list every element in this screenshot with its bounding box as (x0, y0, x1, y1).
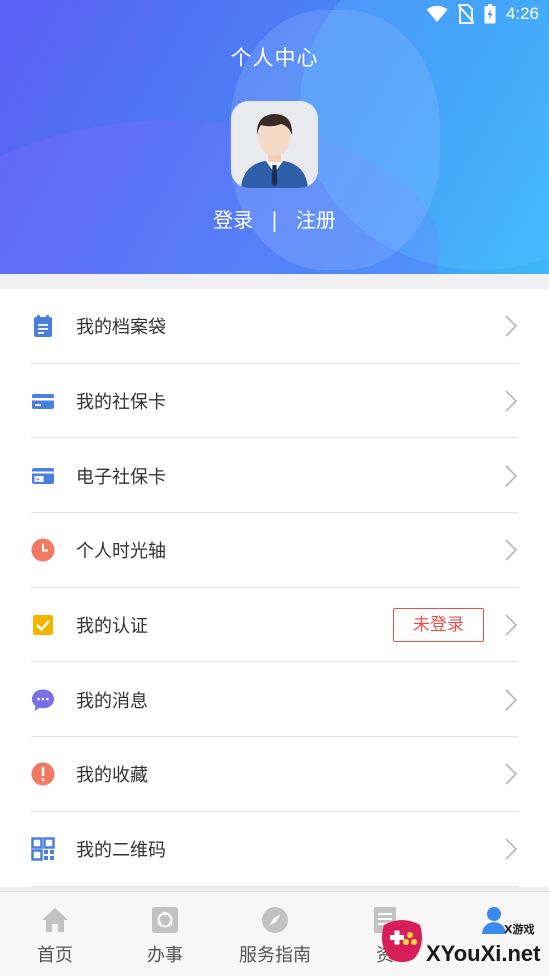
chevron-right-icon (505, 390, 517, 412)
menu-item-messages[interactable]: 我的消息 (0, 662, 549, 738)
ecard-icon: e (32, 467, 54, 484)
auth-separator: | (271, 208, 278, 232)
menu-item-label: 我的二维码 (76, 840, 166, 862)
chevron-right-icon (505, 689, 517, 711)
menu-item-e-social-card[interactable]: e 电子社保卡 (0, 438, 549, 514)
page-title: 个人中心 (230, 46, 319, 70)
watermark: X游戏 XYouXi.net (378, 905, 549, 976)
nav-item-home[interactable]: 首页 (0, 892, 110, 976)
menu-item-label: 我的消息 (76, 690, 148, 712)
not-logged-in-badge: 未登录 (393, 608, 484, 643)
avatar[interactable] (231, 101, 318, 188)
chevron-right-icon (505, 614, 517, 636)
compass-icon (262, 907, 288, 933)
wifi-icon (426, 5, 448, 22)
clock-time: 4:26 (505, 4, 539, 23)
user-avatar-icon (231, 101, 318, 188)
menu-item-verification[interactable]: 我的认证 未登录 (0, 588, 549, 663)
menu-item-label: 我的档案袋 (76, 317, 166, 339)
clock-icon (31, 538, 55, 562)
nav-item-affairs[interactable]: 办事 (110, 892, 220, 976)
nav-label: 服务指南 (239, 945, 311, 966)
menu-item-qrcode[interactable]: 我的二维码 (0, 812, 549, 887)
card-icon (32, 394, 54, 410)
menu-item-label: 我的社保卡 (76, 392, 166, 414)
auth-links: 登录 | 注册 (0, 204, 549, 233)
menu-item-timeline[interactable]: 个人时光轴 (0, 513, 549, 588)
menu-item-favorites[interactable]: 我的收藏 (0, 737, 549, 812)
chevron-right-icon (505, 838, 517, 860)
menu-item-label: 个人时光轴 (76, 541, 166, 563)
profile-menu: 我的档案袋 我的社保卡 e 电子社保卡 个人时光轴 我的认证 未登录 我的消息 … (0, 289, 549, 887)
menu-item-label: 电子社保卡 (76, 466, 166, 488)
service-icon (152, 907, 178, 933)
menu-item-archive[interactable]: 我的档案袋 (0, 289, 549, 364)
divider (31, 885, 518, 887)
chat-bubble-icon (32, 689, 54, 711)
chevron-right-icon (505, 539, 517, 561)
status-bar: 4:26 (0, 0, 549, 30)
chevron-right-icon (505, 465, 517, 487)
nav-item-guide[interactable]: 服务指南 (220, 892, 330, 976)
svg-text:e: e (36, 476, 40, 483)
profile-header: 4:26 个人中心 登录 | 注册 (0, 0, 549, 274)
chevron-right-icon (505, 763, 517, 786)
watermark-small-text: X游戏 (504, 923, 535, 936)
gamepad-logo-icon (382, 920, 422, 962)
register-link[interactable]: 注册 (296, 204, 336, 233)
chevron-right-icon (505, 315, 517, 337)
battery-icon (484, 4, 496, 24)
nav-label: 首页 (37, 945, 73, 966)
checkbox-icon (33, 615, 53, 636)
qrcode-icon (31, 837, 55, 861)
menu-item-label: 我的认证 (76, 616, 148, 638)
login-link[interactable]: 登录 (213, 204, 253, 233)
no-sim-icon (457, 4, 474, 24)
nav-label: 办事 (147, 945, 183, 966)
watermark-text: XYouXi.net (426, 941, 541, 966)
menu-item-social-card[interactable]: 我的社保卡 (0, 364, 549, 439)
info-icon (31, 762, 55, 786)
home-icon (42, 908, 68, 932)
menu-item-label: 我的收藏 (76, 765, 148, 787)
clipboard-icon (34, 315, 52, 338)
